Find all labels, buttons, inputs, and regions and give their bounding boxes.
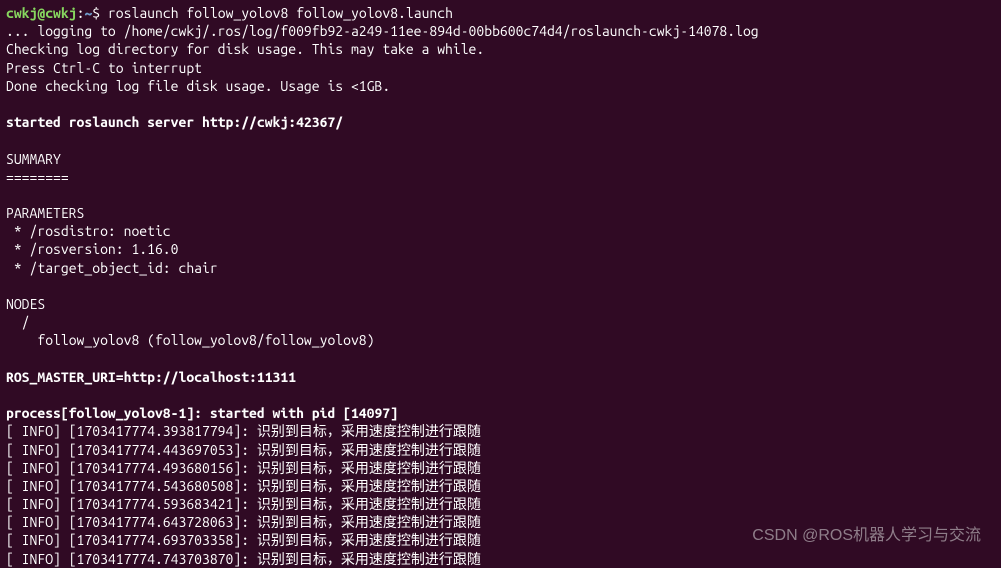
blank-line	[6, 186, 995, 204]
terminal-output[interactable]: cwkj@cwkj:~$ roslaunch follow_yolov8 fol…	[6, 4, 995, 568]
info-line: [ INFO] [1703417774.593683421]: 识别到目标，采用…	[6, 495, 995, 513]
param-line: * /rosdistro: noetic	[6, 222, 995, 240]
checking-line: Checking log directory for disk usage. T…	[6, 40, 995, 58]
summary-header: SUMMARY	[6, 150, 995, 168]
info-line: [ INFO] [1703417774.643728063]: 识别到目标，采用…	[6, 513, 995, 531]
blank-line	[6, 277, 995, 295]
command-text: roslaunch follow_yolov8 follow_yolov8.la…	[108, 5, 453, 21]
info-line: [ INFO] [1703417774.743703870]: 识别到目标，采用…	[6, 550, 995, 568]
parameters-header: PARAMETERS	[6, 204, 995, 222]
prompt-host: cwkj	[45, 5, 76, 21]
info-line: [ INFO] [1703417774.493680156]: 识别到目标，采用…	[6, 459, 995, 477]
node-line: follow_yolov8 (follow_yolov8/follow_yolo…	[6, 331, 995, 349]
info-line: [ INFO] [1703417774.693703358]: 识别到目标，采用…	[6, 531, 995, 549]
blank-line	[6, 386, 995, 404]
log-path-line: ... logging to /home/cwkj/.ros/log/f009f…	[6, 22, 995, 40]
info-line: [ INFO] [1703417774.443697053]: 识别到目标，采用…	[6, 441, 995, 459]
interrupt-line: Press Ctrl-C to interrupt	[6, 59, 995, 77]
prompt-user: cwkj	[6, 5, 37, 21]
process-line: process[follow_yolov8-1]: started with p…	[6, 404, 995, 422]
nodes-header: NODES	[6, 295, 995, 313]
blank-line	[6, 350, 995, 368]
nodes-slash: /	[6, 313, 995, 331]
info-line: [ INFO] [1703417774.393817794]: 识别到目标，采用…	[6, 422, 995, 440]
server-line: started roslaunch server http://cwkj:423…	[6, 113, 995, 131]
blank-line	[6, 131, 995, 149]
info-line: [ INFO] [1703417774.543680508]: 识别到目标，采用…	[6, 477, 995, 495]
blank-line	[6, 95, 995, 113]
param-line: * /rosversion: 1.16.0	[6, 240, 995, 258]
done-check-line: Done checking log file disk usage. Usage…	[6, 77, 995, 95]
divider-line: ========	[6, 168, 995, 186]
ros-master-line: ROS_MASTER_URI=http://localhost:11311	[6, 368, 995, 386]
param-line: * /target_object_id: chair	[6, 259, 995, 277]
prompt-line: cwkj@cwkj:~$ roslaunch follow_yolov8 fol…	[6, 4, 995, 22]
